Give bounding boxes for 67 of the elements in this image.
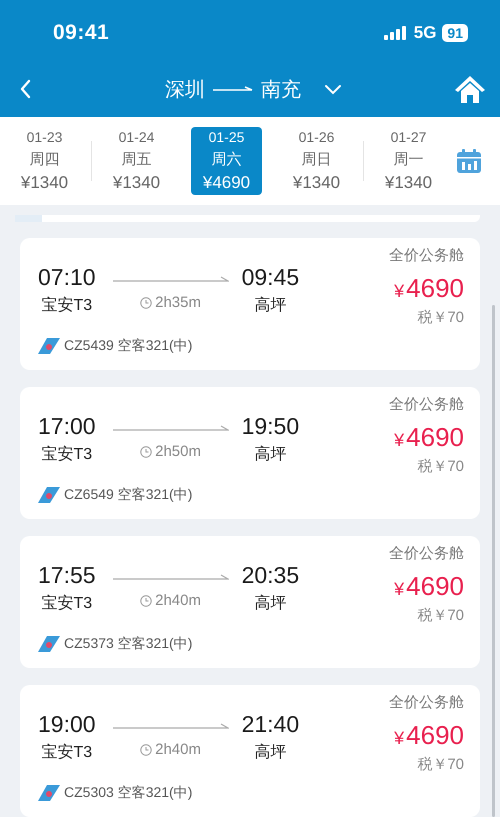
departure-time: 17:00 [38,413,96,440]
departure-airport: 宝安T3 [41,296,92,316]
flight-card[interactable]: 17:00 宝安T3 2h50m 19:50 高坪 全价公务舱 ¥4690 税￥70 CZ6549 空客321(中) [20,387,480,519]
flight-info: CZ5373 空客321(中) [64,635,192,653]
fare-price: 4690 [406,422,464,453]
currency-symbol: ¥ [394,281,404,302]
airline-logo-icon [38,636,60,652]
cabin-class: 全价公务舱 [389,693,464,712]
arrival-time: 09:45 [242,264,300,291]
route-arrow-icon [213,84,253,94]
date-tab[interactable]: 01-24 周五 ¥1340 [92,127,181,195]
clock-icon [140,296,152,308]
dropdown-chevron-icon[interactable] [323,82,343,96]
flight-duration: 2h40m [155,592,201,609]
airline-logo-icon [38,487,60,503]
flight-duration: 2h50m [155,443,201,460]
currency-symbol: ¥ [394,430,404,451]
date-tab[interactable]: 01-23 周四 ¥1340 [0,127,89,195]
destination-city: 南充 [261,78,301,102]
clock-icon [140,744,152,756]
departure-time: 07:10 [38,264,96,291]
status-time: 09:41 [53,21,110,45]
date-tab[interactable]: 01-27 周一 ¥1340 [364,127,453,195]
clock-icon [140,446,152,458]
flight-info: CZ6549 空客321(中) [64,486,192,504]
tax-amount: 税￥70 [417,457,464,476]
cabin-class: 全价公务舱 [389,395,464,414]
flight-card[interactable]: 19:00 宝安T3 2h40m 21:40 高坪 全价公务舱 ¥4690 税￥70 CZ5303 空客321(中) [20,685,480,817]
arrival-time: 19:50 [242,413,300,440]
clock-icon [140,594,152,606]
departure-time: 17:55 [38,562,96,589]
flight-card[interactable]: 07:10 宝安T3 2h35m 09:45 高坪 全价公务舱 ¥4690 税￥70 CZ5439 空客321(中) [20,238,480,370]
arrival-airport: 高坪 [254,742,286,763]
arrival-airport: 高坪 [254,594,286,614]
arrival-time: 20:35 [242,562,300,589]
arrival-airport: 高坪 [254,444,286,465]
airline-logo-icon [38,785,60,801]
arrival-time: 21:40 [242,711,300,738]
signal-icon [384,26,406,40]
departure-airport: 宝安T3 [41,742,92,763]
network-label: 5G [414,23,436,43]
fare-price: 4690 [406,720,464,751]
currency-symbol: ¥ [394,579,404,600]
calendar-icon[interactable] [456,148,482,174]
flight-card[interactable]: 17:55 宝安T3 2h40m 20:35 高坪 全价公务舱 ¥4690 税￥70 CZ5373 空客321(中) [20,536,480,668]
arrival-airport: 高坪 [254,296,286,316]
tax-amount: 税￥70 [417,606,464,625]
home-icon[interactable] [454,74,486,104]
date-tab[interactable]: 01-25 周六 ¥4690 [191,127,262,195]
flight-info: CZ5439 空客321(中) [64,337,192,355]
cabin-class: 全价公务舱 [389,246,464,265]
departure-airport: 宝安T3 [41,444,92,465]
date-tab[interactable]: 01-26 周日 ¥1340 [272,127,361,195]
departure-time: 19:00 [38,711,96,738]
airline-logo-icon [38,338,60,354]
fare-price: 4690 [406,571,464,602]
currency-symbol: ¥ [394,728,404,749]
flight-duration: 2h35m [155,294,201,311]
tax-amount: 税￥70 [417,755,464,774]
flight-info: CZ5303 空客321(中) [64,784,192,802]
origin-city: 深圳 [165,78,205,102]
fare-price: 4690 [406,273,464,304]
battery-level: 91 [442,24,468,42]
tax-amount: 税￥70 [417,308,464,327]
departure-airport: 宝安T3 [41,594,92,614]
flight-duration: 2h40m [155,741,201,758]
cabin-class: 全价公务舱 [389,544,464,563]
